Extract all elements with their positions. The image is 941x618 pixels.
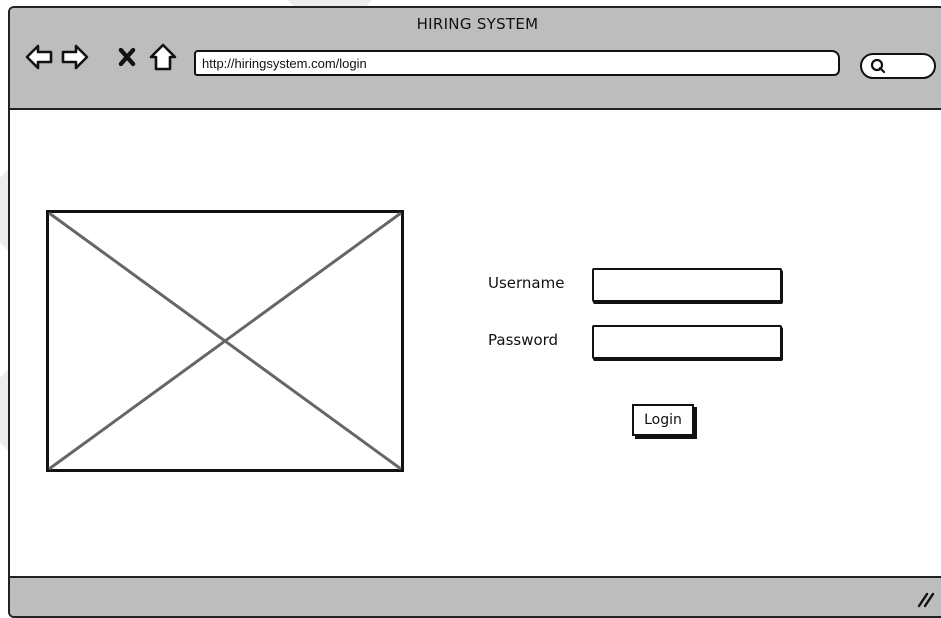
password-label: Password [488, 331, 559, 349]
browser-toolbar: HIRING SYSTEM [10, 8, 941, 110]
page-content: Username Password Login [10, 110, 941, 576]
address-bar[interactable] [194, 50, 840, 76]
forward-arrow-icon[interactable] [60, 42, 90, 72]
image-placeholder [46, 210, 404, 472]
login-button[interactable]: Login [632, 404, 694, 436]
status-bar [10, 576, 941, 616]
password-field[interactable] [592, 325, 782, 359]
browser-window: HIRING SYSTEM http://hiringsystem.com/lo… [8, 6, 941, 618]
resize-grip-icon[interactable] [915, 588, 935, 608]
close-icon[interactable] [114, 42, 140, 72]
browser-search-button[interactable] [860, 53, 936, 79]
username-label: Username [488, 274, 565, 292]
search-icon [870, 58, 886, 74]
back-arrow-icon[interactable] [24, 42, 54, 72]
window-title: HIRING SYSTEM [416, 15, 539, 33]
username-field[interactable] [592, 268, 782, 302]
home-icon[interactable] [148, 42, 178, 72]
